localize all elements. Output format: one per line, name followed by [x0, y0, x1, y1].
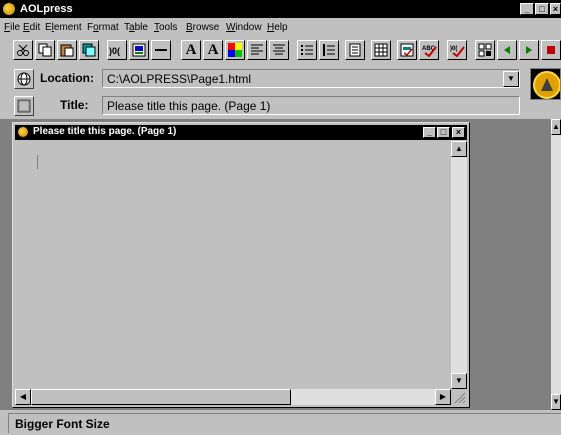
anchor-icon[interactable]: )0( [107, 40, 127, 60]
table-icon[interactable] [371, 40, 391, 60]
document-icon[interactable] [345, 40, 365, 60]
menu-element[interactable]: Element [45, 22, 82, 33]
scroll-down-icon[interactable]: ▼ [451, 373, 467, 389]
smaller-font-icon[interactable]: A [203, 40, 223, 60]
menu-format[interactable]: Format [87, 22, 119, 33]
location-field[interactable]: C:\AOLPRESS\Page1.html [102, 69, 520, 88]
app-title-bar[interactable]: AOLpress _ □ × [0, 0, 561, 18]
title-field[interactable]: Please title this page. (Page 1) [102, 96, 520, 115]
page-properties-icon[interactable] [14, 96, 34, 116]
stop-icon[interactable] [541, 40, 561, 60]
svg-text:)0(: )0( [109, 46, 120, 56]
aolpress-app-icon[interactable] [3, 3, 15, 15]
back-icon[interactable] [497, 40, 517, 60]
document-title-bar[interactable]: Please title this page. (Page 1) _ □ × [15, 125, 467, 140]
menu-window[interactable]: Window [226, 22, 262, 33]
outer-scroll-up-icon[interactable]: ▲ [551, 119, 561, 135]
minimize-icon[interactable]: _ [520, 3, 534, 15]
menu-browse[interactable]: Browse [186, 22, 219, 33]
copy-icon[interactable] [35, 40, 55, 60]
menu-file[interactable]: File [4, 22, 20, 33]
horizontal-rule-icon[interactable] [151, 40, 171, 60]
title-value: Please title this page. (Page 1) [107, 99, 271, 113]
status-text: Bigger Font Size [8, 413, 561, 433]
doc-maximize-icon[interactable]: □ [437, 127, 450, 138]
location-label: Location: [40, 71, 94, 85]
horizontal-scroll-thumb[interactable] [31, 389, 291, 405]
paste-icon[interactable] [57, 40, 77, 60]
cut-icon[interactable] [13, 40, 33, 60]
document-app-icon[interactable] [18, 127, 28, 137]
menu-help[interactable]: Help [267, 22, 288, 33]
location-row: Location: C:\AOLPRESS\Page1.html ▼ [0, 67, 520, 91]
doc-close-icon[interactable]: × [452, 127, 465, 138]
bulleted-list-icon[interactable] [297, 40, 317, 60]
bigger-font-icon[interactable]: A [181, 40, 201, 60]
link-check-icon[interactable]: )0( [447, 40, 467, 60]
document-title: Please title this page. (Page 1) [33, 126, 177, 137]
svg-text:)0(: )0( [450, 46, 457, 52]
menu-tools[interactable]: Tools [154, 22, 177, 33]
page-title-row: Title: Please title this page. (Page 1) [0, 94, 520, 118]
menu-bar: File Edit Element Format Table Tools Bro… [0, 19, 561, 36]
app-title: AOLpress [20, 3, 73, 15]
map-icon[interactable] [475, 40, 495, 60]
location-dropdown-icon[interactable]: ▼ [503, 71, 519, 87]
globe-icon[interactable] [14, 69, 34, 89]
resize-grip-icon[interactable] [451, 389, 467, 405]
location-value: C:\AOLPRESS\Page1.html [107, 72, 252, 86]
doc-vertical-scrollbar[interactable]: ▲ ▼ [451, 141, 467, 389]
maximize-icon[interactable]: □ [535, 3, 549, 15]
forward-icon[interactable] [519, 40, 539, 60]
scroll-right-icon[interactable]: ▶ [435, 389, 451, 405]
scroll-left-icon[interactable]: ◀ [15, 389, 31, 405]
status-bar: Bigger Font Size [0, 410, 561, 435]
scroll-up-icon[interactable]: ▲ [451, 141, 467, 157]
doc-minimize-icon[interactable]: _ [423, 127, 436, 138]
outer-scroll-down-icon[interactable]: ▼ [551, 394, 561, 410]
image-icon[interactable] [129, 40, 149, 60]
menu-edit[interactable]: Edit [23, 22, 40, 33]
close-icon[interactable]: × [550, 3, 561, 15]
text-caret [37, 155, 38, 169]
spellcheck-icon[interactable]: ABC [419, 40, 439, 60]
align-left-icon[interactable] [247, 40, 267, 60]
form-icon[interactable] [397, 40, 417, 60]
numbered-list-icon[interactable] [319, 40, 339, 60]
align-center-icon[interactable] [269, 40, 289, 60]
editor-area[interactable] [15, 141, 453, 389]
color-icon[interactable] [225, 40, 245, 60]
toolbar: )0( A A ABC )0( [0, 38, 561, 64]
document-window[interactable]: Please title this page. (Page 1) _ □ × ▲… [12, 122, 470, 408]
aolpress-logo-icon[interactable] [530, 68, 561, 100]
duplicate-icon[interactable] [79, 40, 99, 60]
doc-horizontal-scrollbar[interactable]: ◀ ▶ [15, 389, 451, 405]
outer-vertical-scrollbar[interactable]: ▲ ▼ [551, 119, 561, 410]
mdi-workspace: Please title this page. (Page 1) _ □ × ▲… [0, 119, 561, 410]
title-label: Title: [60, 98, 89, 112]
menu-table[interactable]: Table [124, 22, 148, 33]
